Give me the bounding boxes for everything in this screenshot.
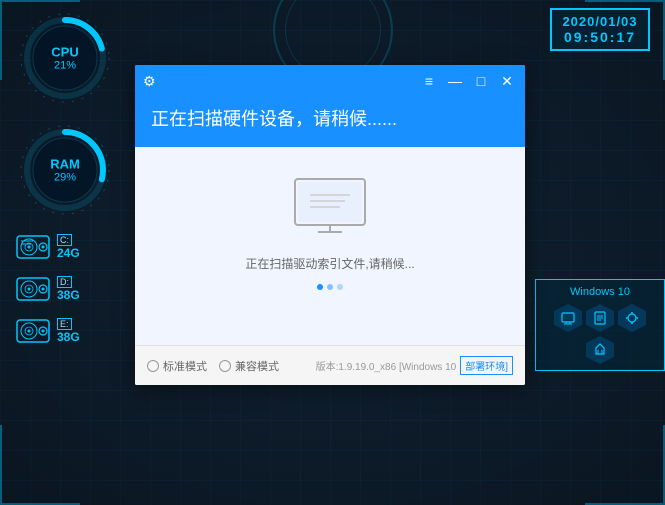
menu-icon[interactable]: ≡ bbox=[419, 71, 439, 91]
window-title: 正在扫描硬件设备，请稍候...... bbox=[151, 105, 509, 131]
disk-d-size: 38G bbox=[57, 288, 80, 302]
dot-1 bbox=[317, 284, 323, 290]
ram-gauge-label: RAM 29% bbox=[50, 157, 80, 184]
corner-decoration-br bbox=[585, 425, 665, 505]
radio-compat-circle bbox=[219, 360, 231, 372]
radio-standard[interactable]: 标准模式 bbox=[147, 358, 207, 374]
disk-e-info: E: 38G bbox=[57, 318, 80, 344]
ram-gauge: RAM 29% bbox=[15, 120, 115, 220]
disk-d: D: 38G bbox=[15, 274, 115, 304]
hex-icon-4 bbox=[586, 336, 614, 364]
corner-decoration-bl bbox=[0, 425, 80, 505]
disk-d-letter: D: bbox=[57, 276, 72, 288]
app-icon: ⚙ bbox=[143, 73, 156, 90]
deploy-badge: 部署环境] bbox=[460, 356, 513, 375]
minimize-button[interactable]: — bbox=[445, 71, 465, 91]
disk-c-letter: C: bbox=[57, 234, 72, 246]
hex-icon-3 bbox=[618, 304, 646, 332]
radio-compat[interactable]: 兼容模式 bbox=[219, 358, 279, 374]
close-button[interactable]: ✕ bbox=[497, 71, 517, 91]
window-titlebar: ⚙ ≡ — □ ✕ bbox=[135, 65, 525, 97]
disk-c: C: 24G bbox=[15, 232, 115, 262]
dot-3 bbox=[337, 284, 343, 290]
win-icons-container bbox=[546, 304, 654, 364]
maximize-button[interactable]: □ bbox=[471, 71, 491, 91]
window-controls: ≡ — □ ✕ bbox=[419, 71, 517, 91]
hex-icon-2 bbox=[586, 304, 614, 332]
monitor-icon bbox=[290, 177, 370, 237]
loading-dots bbox=[317, 284, 343, 290]
main-window: ⚙ ≡ — □ ✕ 正在扫描硬件设备，请稍候...... 正在扫描驱动索引文件,… bbox=[135, 65, 525, 385]
radio-compat-label: 兼容模式 bbox=[235, 358, 279, 374]
radio-standard-circle bbox=[147, 360, 159, 372]
scanning-subtext: 正在扫描驱动索引文件,请稍候... bbox=[245, 255, 414, 272]
disk-c-info: C: 24G bbox=[57, 234, 80, 260]
radio-standard-label: 标准模式 bbox=[163, 358, 207, 374]
disk-c-size: 24G bbox=[57, 246, 80, 260]
hex-icon-1 bbox=[554, 304, 582, 332]
disk-e-size: 38G bbox=[57, 330, 80, 344]
corner-decoration-tl bbox=[0, 0, 80, 80]
corner-decoration-tr bbox=[585, 0, 665, 80]
disk-e: E: 38G bbox=[15, 316, 115, 346]
disk-e-letter: E: bbox=[57, 318, 72, 330]
ram-title: RAM bbox=[50, 157, 80, 172]
os-label: Windows 10 bbox=[546, 286, 654, 298]
window-header: 正在扫描硬件设备，请稍候...... bbox=[135, 97, 525, 147]
disk-d-info: D: 38G bbox=[57, 276, 80, 302]
windows-badge: Windows 10 bbox=[535, 279, 665, 371]
footer-radios: 标准模式 兼容模式 bbox=[147, 358, 279, 374]
dot-2 bbox=[327, 284, 333, 290]
version-text: 版本:1.9.19.0_x86 [Windows 10 bbox=[316, 358, 457, 373]
ram-value: 29% bbox=[50, 172, 80, 184]
window-footer: 标准模式 兼容模式 版本:1.9.19.0_x86 [Windows 10 部署… bbox=[135, 345, 525, 385]
